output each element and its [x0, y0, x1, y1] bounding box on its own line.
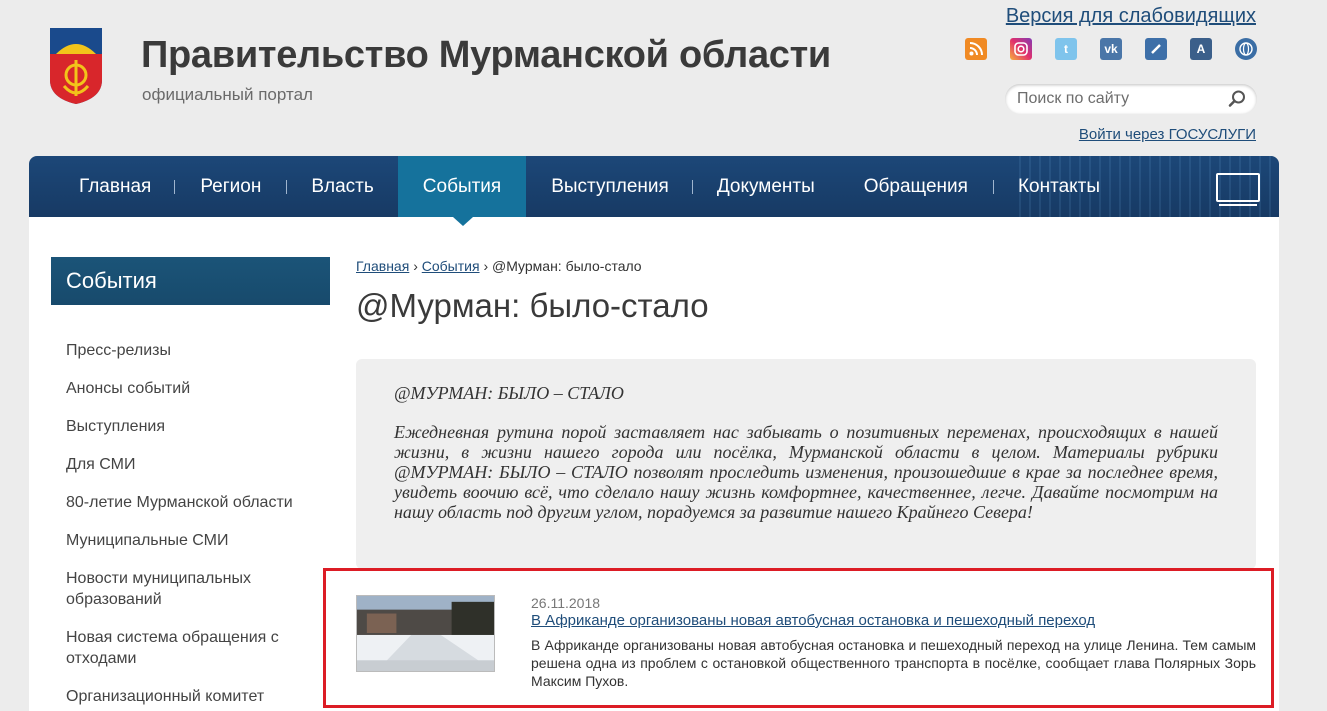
sidebar-item-municipal-news[interactable]: Новости муниципальных образований — [66, 568, 306, 610]
sidebar-item-org-committee[interactable]: Организационный комитет — [66, 686, 306, 707]
intro-box: @МУРМАН: БЫЛО – СТАЛО Ежедневная рутина … — [356, 359, 1256, 569]
sidebar-item-speeches[interactable]: Выступления — [66, 416, 306, 437]
sidebar-item-waste-system[interactable]: Новая система обращения с отходами — [66, 627, 306, 669]
nav-item-events[interactable]: События — [397, 156, 527, 217]
breadcrumb: Главная › События › @Мурман: было-стало — [356, 258, 642, 274]
search-input[interactable] — [1017, 88, 1217, 110]
news-excerpt: В Африканде организованы новая автобусна… — [531, 637, 1256, 689]
sidebar-heading: События — [51, 257, 330, 305]
intro-text: Ежедневная рутина порой заставляет нас з… — [394, 422, 1218, 522]
intro-heading: @МУРМАН: БЫЛО – СТАЛО — [394, 383, 624, 403]
social-links: t vk A — [965, 38, 1257, 60]
nav-item-documents[interactable]: Документы — [691, 156, 864, 217]
rss-icon[interactable] — [965, 38, 987, 60]
globe-icon[interactable] — [1235, 38, 1257, 60]
gosuslugi-login-link[interactable]: Войти через ГОСУСЛУГИ — [1079, 126, 1256, 143]
breadcrumb-section[interactable]: События — [422, 258, 480, 274]
nav-item-speeches[interactable]: Выступления — [526, 156, 692, 217]
nav-item-contacts[interactable]: Контакты — [992, 156, 1125, 217]
site-search — [1005, 84, 1257, 114]
breadcrumb-separator: › — [413, 258, 422, 274]
font-a-icon[interactable]: A — [1190, 38, 1212, 60]
breadcrumb-home[interactable]: Главная — [356, 258, 409, 274]
nav-item-home[interactable]: Главная — [29, 156, 174, 217]
sidebar-item-80-anniversary[interactable]: 80-летие Мурманской области — [66, 492, 306, 513]
nav-item-region[interactable]: Регион — [174, 156, 286, 217]
sidebar-item-announcements[interactable]: Анонсы событий — [66, 378, 306, 399]
search-icon[interactable] — [1227, 89, 1247, 109]
twitter-icon[interactable]: t — [1055, 38, 1077, 60]
site-subtitle: официальный портал — [142, 85, 313, 104]
site-title: Правительство Мурманской области — [141, 34, 831, 76]
page-title: @Мурман: было-стало — [356, 287, 709, 324]
tv-icon[interactable] — [1216, 173, 1260, 206]
accessibility-version-link[interactable]: Версия для слабовидящих — [1006, 5, 1256, 28]
vk-icon[interactable]: vk — [1100, 38, 1122, 60]
active-nav-pointer — [453, 217, 473, 226]
breadcrumb-separator: › — [483, 258, 492, 274]
nav-item-appeals[interactable]: Обращения — [864, 156, 993, 217]
news-thumbnail[interactable] — [356, 595, 495, 672]
sidebar-item-press-releases[interactable]: Пресс-релизы — [66, 340, 306, 361]
sidebar-menu: Пресс-релизы Анонсы событий Выступления … — [66, 340, 306, 707]
nav-item-government[interactable]: Власть — [286, 156, 397, 217]
feather-icon[interactable] — [1145, 38, 1167, 60]
instagram-icon[interactable] — [1010, 38, 1032, 60]
sidebar-item-media[interactable]: Для СМИ — [66, 454, 306, 475]
main-nav: Главная Регион Власть События Выступлени… — [29, 156, 1279, 217]
news-title-link[interactable]: В Африканде организованы новая автобусна… — [531, 612, 1095, 629]
news-date: 26.11.2018 — [531, 595, 601, 611]
coat-of-arms-logo[interactable] — [50, 28, 102, 104]
breadcrumb-current: @Мурман: было-стало — [492, 258, 642, 274]
sidebar-item-municipal-media[interactable]: Муниципальные СМИ — [66, 530, 306, 551]
